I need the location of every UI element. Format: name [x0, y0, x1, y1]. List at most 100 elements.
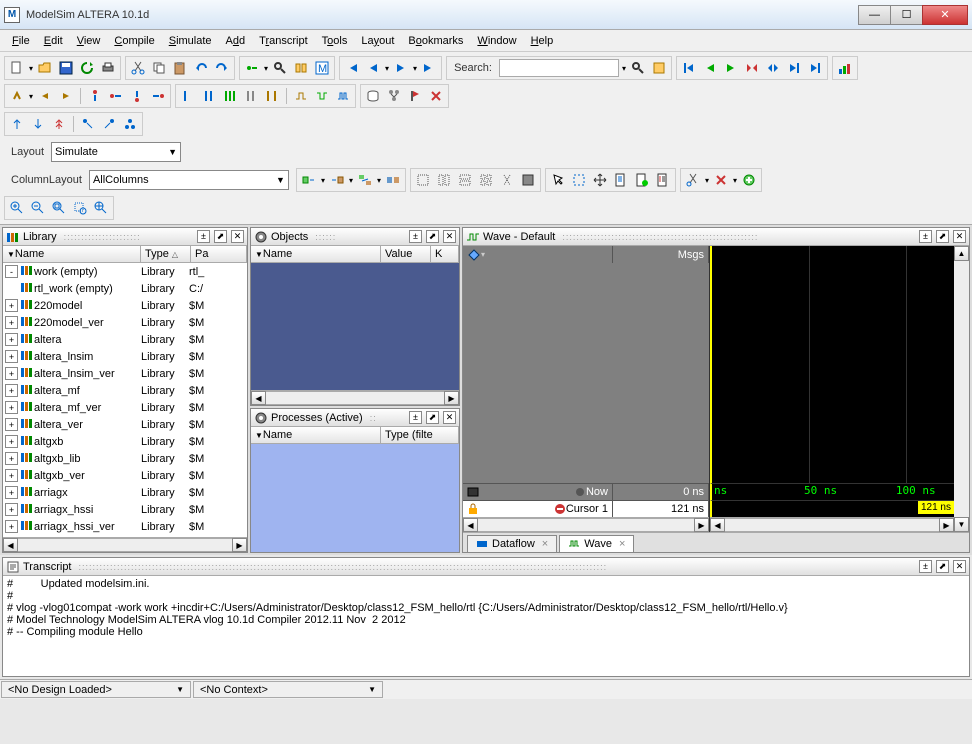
- menu-tools[interactable]: Tools: [316, 33, 354, 49]
- menu-add[interactable]: Add: [220, 33, 252, 49]
- trace-right-button[interactable]: [57, 87, 75, 105]
- view-bars-4[interactable]: [242, 87, 260, 105]
- print-button[interactable]: [99, 59, 117, 77]
- library-row[interactable]: +alteraLibrary$M: [3, 331, 247, 348]
- library-col-type[interactable]: Type△: [141, 246, 191, 262]
- expand-button[interactable]: +: [5, 350, 18, 363]
- pointer-button[interactable]: [549, 171, 567, 189]
- zoom-cursor-button[interactable]: [92, 199, 110, 217]
- wave-scroll-track[interactable]: [725, 518, 939, 532]
- view-pulse-3[interactable]: [334, 87, 352, 105]
- menu-simulate[interactable]: Simulate: [163, 33, 218, 49]
- paste-button[interactable]: [171, 59, 189, 77]
- status-context[interactable]: <No Context>▼: [193, 681, 383, 698]
- objects-close-button[interactable]: ✕: [443, 230, 456, 243]
- wave-left-scroll-right[interactable]: ▶: [694, 518, 709, 532]
- wave-close-button[interactable]: ✕: [953, 230, 966, 243]
- next-button[interactable]: [722, 59, 740, 77]
- wave-cursor-label[interactable]: Cursor 1: [463, 501, 613, 517]
- expand-button[interactable]: +: [5, 520, 18, 533]
- expand-button[interactable]: +: [5, 316, 18, 329]
- expand-button[interactable]: +: [5, 367, 18, 380]
- tree-button[interactable]: [385, 87, 403, 105]
- doc-list-button[interactable]: [654, 171, 672, 189]
- link-2[interactable]: [328, 171, 346, 189]
- col-layout-select[interactable]: AllColumns ▼: [89, 170, 289, 190]
- cursor-nav-6[interactable]: [121, 115, 139, 133]
- chart-button[interactable]: [836, 59, 854, 77]
- wave-signals-area[interactable]: [463, 263, 709, 483]
- library-row[interactable]: +altgxb_libLibrary$M: [3, 450, 247, 467]
- zoom-full-button[interactable]: [50, 199, 68, 217]
- transcript-dock-button[interactable]: ±: [919, 560, 932, 573]
- library-row[interactable]: +altgxb_verLibrary$M: [3, 467, 247, 484]
- select-area-button[interactable]: [570, 171, 588, 189]
- expand-button[interactable]: +: [5, 401, 18, 414]
- collapse-in-button[interactable]: [743, 59, 761, 77]
- step-back-button[interactable]: [364, 59, 382, 77]
- move-button[interactable]: [591, 171, 609, 189]
- wave-dock-button[interactable]: ±: [919, 230, 932, 243]
- objects-scroll-right[interactable]: ▶: [444, 391, 459, 405]
- prev-edge-button[interactable]: [680, 59, 698, 77]
- objects-scroll-left[interactable]: ◀: [251, 391, 266, 405]
- tab-dataflow-close[interactable]: ×: [542, 538, 548, 550]
- library-row[interactable]: rtl_work (empty)LibraryC:/: [3, 280, 247, 297]
- status-design[interactable]: <No Design Loaded>▼: [1, 681, 191, 698]
- wave-cursor-ruler[interactable]: 121 ns: [710, 500, 954, 517]
- library-col-name[interactable]: ▼Name: [3, 246, 141, 262]
- menu-help[interactable]: Help: [525, 33, 560, 49]
- wave-undock-button[interactable]: ⬈: [936, 230, 949, 243]
- library-close-button[interactable]: ✕: [231, 230, 244, 243]
- expand-button[interactable]: +: [5, 418, 18, 431]
- remove-signal-button[interactable]: [712, 171, 730, 189]
- transcript-undock-button[interactable]: ⬈: [936, 560, 949, 573]
- menu-file[interactable]: File: [6, 33, 36, 49]
- wave-scroll-left[interactable]: ◀: [710, 518, 725, 532]
- tab-dataflow[interactable]: Dataflow ×: [467, 535, 557, 552]
- processes-col-name[interactable]: ▼Name: [251, 427, 381, 443]
- zoom-in-button[interactable]: [8, 199, 26, 217]
- trace-left-button[interactable]: [36, 87, 54, 105]
- redo-button[interactable]: [213, 59, 231, 77]
- find-button[interactable]: [271, 59, 289, 77]
- link-4[interactable]: [384, 171, 402, 189]
- step-fwd-button[interactable]: [392, 59, 410, 77]
- delete-button[interactable]: [427, 87, 445, 105]
- library-scroll-right[interactable]: ▶: [232, 538, 247, 552]
- expand-button[interactable]: +: [5, 384, 18, 397]
- dot-trace-1[interactable]: [86, 87, 104, 105]
- cursor-nav-4[interactable]: [79, 115, 97, 133]
- simulate-button[interactable]: M: [313, 59, 331, 77]
- wave-vscroll-track[interactable]: [954, 261, 969, 517]
- view-bars-5[interactable]: [263, 87, 281, 105]
- objects-col-name[interactable]: ▼Name: [251, 246, 381, 262]
- save-button[interactable]: [57, 59, 75, 77]
- cursor-nav-1[interactable]: [8, 115, 26, 133]
- wave-left-scroll-track[interactable]: [478, 518, 694, 532]
- step-back-full-button[interactable]: [343, 59, 361, 77]
- cursor-nav-2[interactable]: [29, 115, 47, 133]
- sel-2[interactable]: [435, 171, 453, 189]
- expand-out-button[interactable]: [764, 59, 782, 77]
- maximize-button[interactable]: ☐: [890, 5, 922, 25]
- next-edge-button[interactable]: [785, 59, 803, 77]
- objects-col-k[interactable]: K: [431, 246, 459, 262]
- processes-dock-button[interactable]: ±: [409, 411, 422, 424]
- view-pulse-1[interactable]: [292, 87, 310, 105]
- search-find-button[interactable]: [629, 59, 647, 77]
- view-pulse-2[interactable]: [313, 87, 331, 105]
- tab-wave-close[interactable]: ×: [619, 538, 625, 550]
- menu-edit[interactable]: Edit: [38, 33, 69, 49]
- wave-scroll-down[interactable]: ▼: [954, 517, 969, 532]
- prev-button[interactable]: [701, 59, 719, 77]
- doc-nav-button[interactable]: [612, 171, 630, 189]
- undo-button[interactable]: [192, 59, 210, 77]
- expand-button[interactable]: +: [5, 299, 18, 312]
- reload-button[interactable]: [78, 59, 96, 77]
- objects-scroll-track[interactable]: [266, 391, 444, 405]
- library-row[interactable]: +arriagx_verLibrary$M: [3, 535, 247, 537]
- flag-button[interactable]: [406, 87, 424, 105]
- library-scroll-left[interactable]: ◀: [3, 538, 18, 552]
- sel-1[interactable]: [414, 171, 432, 189]
